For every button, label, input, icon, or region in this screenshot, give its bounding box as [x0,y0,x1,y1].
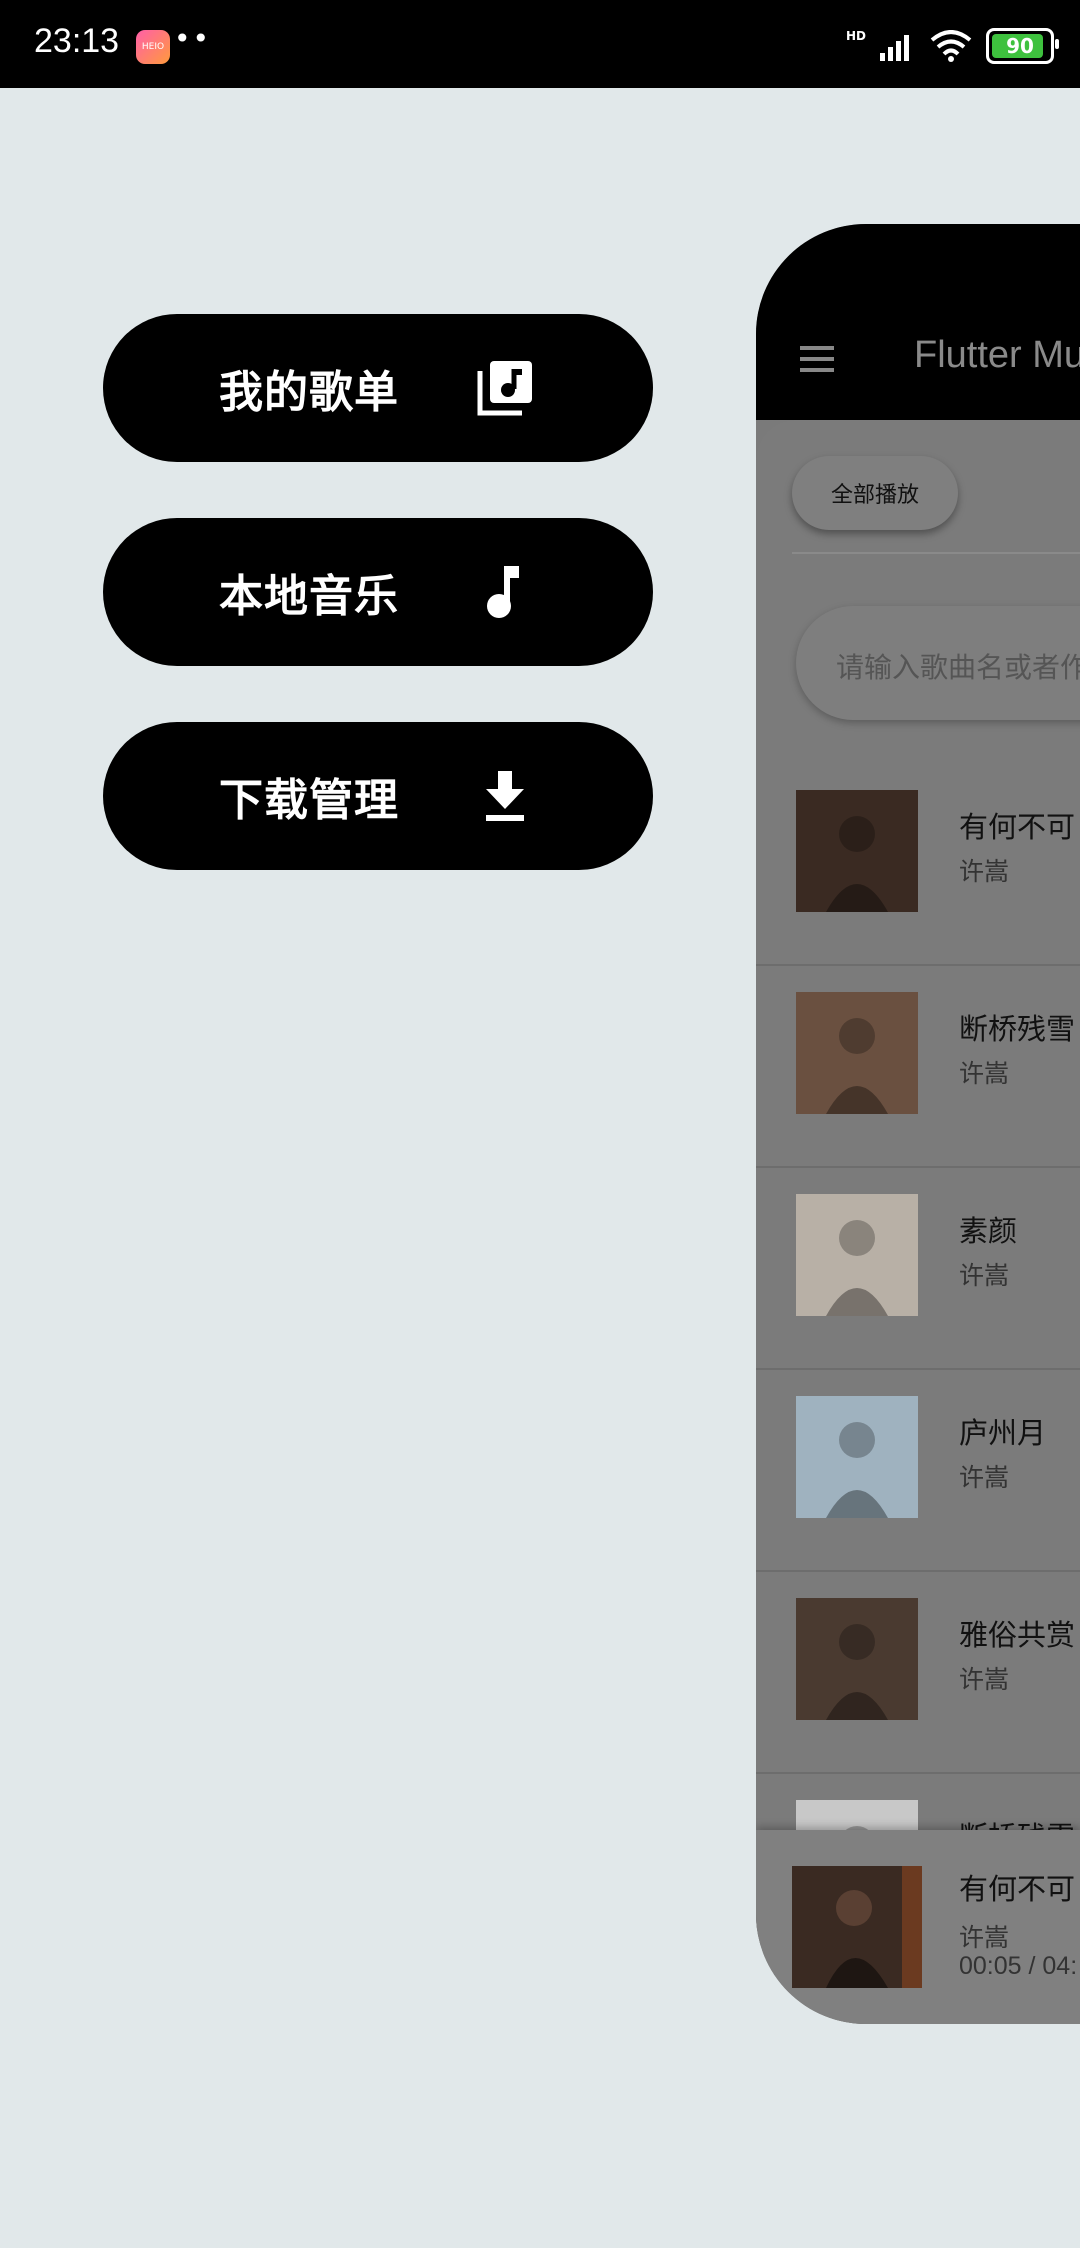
player-progress-time: 00:05 / 04: [959,1952,1078,1980]
status-time: 23:13 [34,22,120,60]
song-artist: 许嵩 [959,1059,1010,1088]
divider [792,552,1080,554]
song-cover-image [796,1194,918,1316]
signal-icon [880,35,909,61]
app-notification-icon: HEIO [136,30,170,64]
music-note-icon [475,562,535,622]
search-input[interactable]: 请输入歌曲名或者作 [796,606,1080,720]
playlist-music-icon [475,358,535,418]
app-preview[interactable]: Flutter Mu 全部播放 请输入歌曲名或者作 有何不可 许嵩 断桥残雪 许嵩 素颜… [756,224,1080,2024]
download-icon [475,766,535,826]
song-cover-image [796,1598,918,1720]
song-artist: 许嵩 [959,1463,1010,1492]
mini-player[interactable]: 有何不可 许嵩 00:05 / 04: [756,1830,1080,2024]
app-title: Flutter Mu [914,334,1080,376]
song-list-item[interactable]: 雅俗共赏 许嵩 [756,1570,1080,1774]
my-playlists-label: 我的歌单 [219,367,399,418]
wifi-icon [930,30,972,62]
status-bar: 23:13 HEIO •• HD 90 [0,0,1080,88]
song-artist: 许嵩 [959,857,1010,886]
search-placeholder: 请输入歌曲名或者作 [836,651,1080,684]
local-music-button[interactable]: 本地音乐 [103,518,653,666]
menu-icon[interactable] [800,346,834,372]
song-title: 有何不可 [959,810,1076,844]
download-manager-label: 下载管理 [219,775,399,826]
player-song-title: 有何不可 [959,1872,1076,1906]
battery-icon: 90 [986,28,1059,64]
song-list-item[interactable]: 断桥残雪许嵩 [756,964,1080,1168]
song-artist: 许嵩 [959,1261,1010,1290]
player-artist: 许嵩 [959,1923,1010,1952]
local-music-label: 本地音乐 [219,571,399,622]
song-list-item[interactable]: 素颜 许嵩 [756,1166,1080,1370]
song-cover-image [796,992,918,1114]
play-all-button[interactable]: 全部播放 [792,456,958,530]
song-title: 断桥残雪 [959,1012,1076,1046]
song-list-panel: 全部播放 请输入歌曲名或者作 有何不可 许嵩 断桥残雪 许嵩 素颜 许嵩 庐州月 许嵩 雅俗共赏… [756,420,1080,2024]
more-notifications-icon: •• [174,22,212,55]
song-cover-image [796,790,918,912]
song-title: 雅俗共赏 [959,1618,1076,1652]
song-list-item[interactable]: 有何不可 许嵩 [756,762,1080,966]
download-manager-button[interactable]: 下载管理 [103,722,653,870]
song-artist: 许嵩 [959,1665,1010,1694]
battery-percentage: 90 [1006,34,1034,58]
app-bar: Flutter Mu [756,224,1080,420]
player-cover-image [792,1866,922,1988]
song-cover-image [796,1396,918,1518]
hd-indicator: HD [845,29,866,43]
my-playlists-button[interactable]: 我的歌单 [103,314,653,462]
song-title: 素颜 [959,1214,1018,1248]
song-list-item[interactable]: 庐州月 许嵩 [756,1368,1080,1572]
song-title: 庐州月 [959,1416,1047,1450]
